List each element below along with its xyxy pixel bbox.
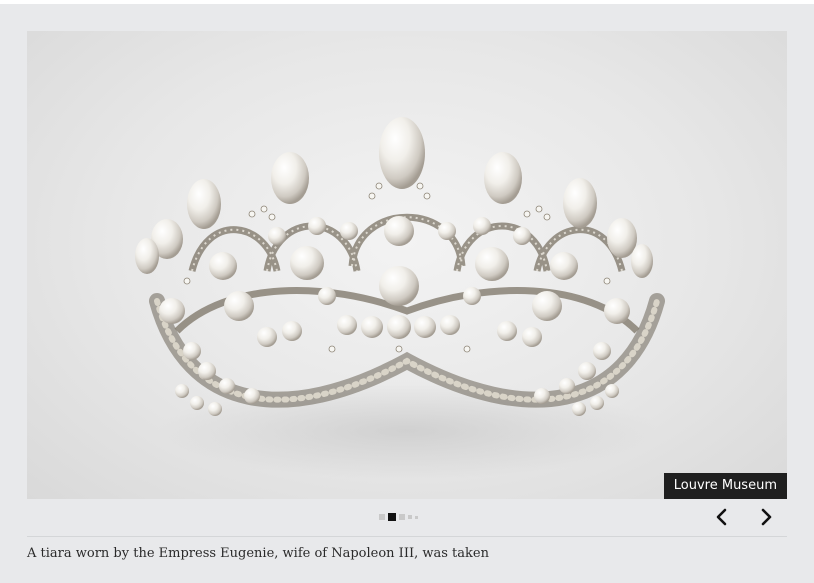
pagination-dot-3[interactable] bbox=[399, 514, 405, 520]
photo-gallery: Louvre Museum A tiara worn by the Empres… bbox=[0, 0, 814, 583]
pagination-dot-2[interactable] bbox=[388, 513, 396, 521]
previous-image-button[interactable] bbox=[710, 505, 734, 529]
pagination-dot-1[interactable] bbox=[379, 514, 385, 520]
next-image-button[interactable] bbox=[754, 505, 778, 529]
photo-credit: Louvre Museum bbox=[663, 473, 787, 499]
chevron-left-icon bbox=[716, 508, 727, 526]
pagination-dot-4[interactable] bbox=[408, 515, 412, 519]
gallery-image[interactable]: Louvre Museum bbox=[27, 31, 787, 499]
image-caption: A tiara worn by the Empress Eugenie, wif… bbox=[27, 546, 489, 561]
caption-divider bbox=[27, 536, 787, 537]
top-strip bbox=[0, 0, 814, 4]
chevron-right-icon bbox=[761, 508, 772, 526]
tiara-illustration bbox=[135, 117, 665, 479]
gallery-pagination bbox=[379, 513, 418, 521]
pagination-dot-5[interactable] bbox=[415, 515, 418, 519]
